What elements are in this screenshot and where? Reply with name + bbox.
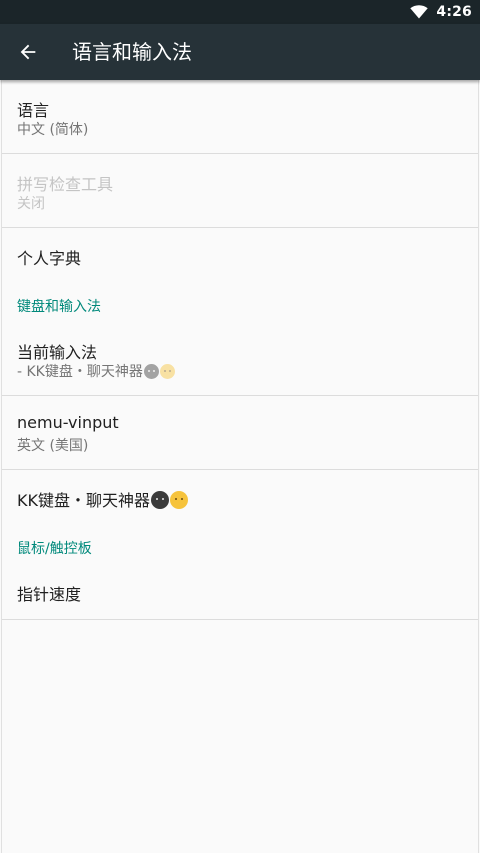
yellow-face-emoji-icon: [159, 364, 175, 379]
kk-keyboard-title: KK键盘・聊天神器: [17, 487, 188, 511]
pointer-category-title: 鼠标/触控板: [17, 541, 92, 557]
app-bar: 语言和输入法: [0, 24, 480, 80]
wifi-icon: [410, 5, 429, 19]
pointer-speed-title: 指针速度: [17, 585, 82, 604]
kk-keyboard-pref[interactable]: KK键盘・聊天神器: [2, 470, 478, 526]
spellcheck-summary: 关闭: [17, 196, 45, 212]
yellow-face-emoji-icon: [170, 491, 188, 509]
current-ime-title: 当前输入法: [17, 343, 98, 362]
emoji-pair: [151, 491, 188, 509]
status-bar: 4:26: [0, 0, 480, 24]
spellcheck-pref: 拼写检查工具 关闭: [2, 154, 478, 228]
nemu-vinput-title: nemu-vinput: [17, 413, 119, 432]
spellcheck-title: 拼写检查工具: [17, 175, 114, 194]
language-title: 语言: [17, 101, 50, 120]
nemu-vinput-pref[interactable]: nemu-vinput 英文 (美国): [2, 396, 478, 470]
language-pref[interactable]: 语言 中文 (简体): [2, 80, 478, 154]
pointer-category-header: 鼠标/触控板: [2, 526, 478, 564]
current-ime-summary-text: - KK键盘・聊天神器: [17, 364, 143, 380]
status-time: 4:26: [436, 4, 472, 20]
emoji-pair: [143, 364, 175, 379]
pointer-speed-pref[interactable]: 指针速度: [2, 564, 478, 620]
personal-dictionary-pref[interactable]: 个人字典: [2, 228, 478, 284]
settings-list: 语言 中文 (简体) 拼写检查工具 关闭 个人字典 键盘和输入法 当前输入法 -…: [1, 80, 479, 853]
back-button[interactable]: [4, 28, 52, 76]
current-ime-pref[interactable]: 当前输入法 - KK键盘・聊天神器: [2, 322, 478, 396]
keyboard-category-header: 键盘和输入法: [2, 284, 478, 322]
current-ime-summary: - KK键盘・聊天神器: [17, 361, 175, 381]
kk-keyboard-title-text: KK键盘・聊天神器: [17, 491, 150, 510]
status-icons: 4:26: [410, 0, 472, 24]
arrow-back-icon: [20, 44, 36, 60]
dark-face-emoji-icon: [143, 364, 159, 379]
nemu-vinput-summary: 英文 (美国): [17, 438, 89, 454]
dark-face-emoji-icon: [151, 491, 169, 509]
page-title: 语言和输入法: [72, 40, 192, 64]
personal-dictionary-title: 个人字典: [17, 249, 82, 268]
keyboard-category-title: 键盘和输入法: [17, 299, 101, 315]
language-summary: 中文 (简体): [17, 122, 89, 138]
